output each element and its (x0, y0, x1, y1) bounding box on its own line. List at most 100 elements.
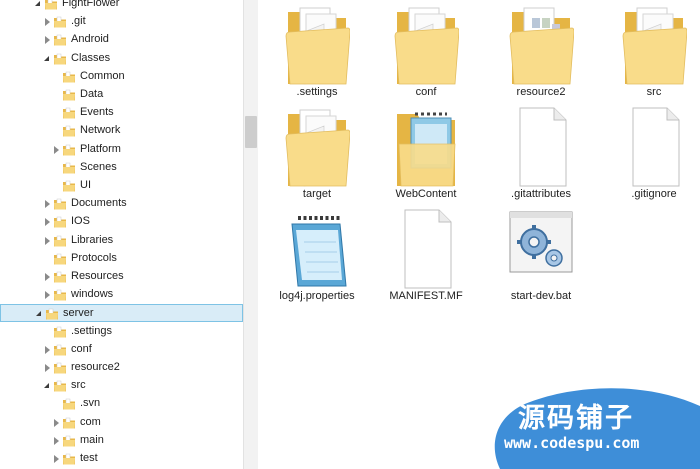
file-item[interactable]: target (267, 104, 367, 204)
watermark-title: 源码铺子 (518, 403, 634, 434)
folder-documents-icon (394, 7, 459, 85)
tree-item-label: Documents (71, 197, 127, 210)
tree-item[interactable]: Common (0, 68, 243, 86)
collapsed-arrow-icon[interactable] (45, 345, 50, 354)
blank-file-icon (404, 209, 452, 289)
collapsed-arrow-icon[interactable] (45, 364, 50, 372)
scrollbar-thumb[interactable] (245, 116, 257, 148)
folder-images-icon (509, 7, 574, 85)
tree-item[interactable]: Documents (0, 195, 243, 213)
folder-icon (63, 435, 75, 447)
tree-item[interactable]: FightFlower (0, 0, 243, 13)
collapsed-arrow-icon[interactable] (45, 291, 50, 300)
tree-item-label: Data (80, 88, 104, 100)
tree-scrollbar[interactable] (243, 0, 258, 469)
file-item[interactable]: start-dev.bat (491, 206, 591, 306)
tree-item-label: Classes (71, 51, 111, 64)
folder-documents-icon (285, 109, 350, 187)
expanded-arrow-icon[interactable] (35, 1, 40, 6)
collapsed-arrow-icon[interactable] (45, 273, 50, 281)
tree-item[interactable]: Network (0, 122, 243, 140)
tree-item[interactable]: IOS (0, 213, 243, 231)
notepad-file-icon (291, 216, 347, 287)
folder-icon (54, 16, 66, 28)
tree-item-label: Android (71, 33, 109, 46)
blank-file-icon (632, 107, 680, 187)
tree-item[interactable]: com (0, 414, 243, 432)
collapsed-arrow-icon[interactable] (45, 36, 50, 45)
tree-item[interactable]: .settings (0, 323, 243, 341)
folder-icon (54, 253, 66, 265)
tree-item-label: Common (80, 69, 125, 82)
tree-item[interactable]: Resources (0, 268, 243, 286)
tree-item[interactable]: Libraries (0, 232, 243, 250)
file-item-label: src (646, 86, 662, 98)
expanded-arrow-icon[interactable] (44, 383, 49, 389)
tree-item[interactable]: src (0, 377, 243, 395)
tree-item[interactable]: test (0, 450, 243, 468)
folder-icon (54, 362, 66, 374)
tree-item[interactable]: Protocols (0, 250, 243, 268)
folder-icon (54, 380, 66, 392)
expanded-arrow-icon[interactable] (44, 55, 49, 61)
file-item[interactable]: .gitignore (604, 104, 700, 204)
watermark-url: www.codespu.com (504, 434, 640, 452)
collapsed-arrow-icon[interactable] (54, 418, 59, 427)
tree-item-label: Protocols (71, 251, 117, 264)
file-item[interactable]: src (604, 2, 700, 102)
collapsed-arrow-icon[interactable] (45, 200, 50, 209)
file-item-label: target (302, 188, 332, 200)
file-item[interactable]: conf (376, 2, 476, 102)
tree-item[interactable]: conf (0, 341, 243, 359)
tree-item[interactable]: server (0, 304, 243, 323)
tree-item-label: windows (71, 288, 114, 301)
tree-item-label: FightFlower (62, 0, 120, 9)
file-item[interactable]: .settings (267, 2, 367, 102)
tree-item[interactable]: Events (0, 104, 243, 122)
collapsed-arrow-icon[interactable] (45, 218, 50, 227)
folder-icon (45, 0, 57, 10)
folder-icon (63, 126, 75, 137)
tree-item-label: com (80, 415, 101, 428)
file-item[interactable]: resource2 (491, 2, 591, 102)
tree-item-label: test (80, 452, 98, 464)
tree-item-label: server (63, 307, 94, 320)
file-item-label: WebContent (395, 188, 457, 200)
folder-icon (63, 107, 75, 119)
file-item-label: log4j.properties (279, 290, 355, 302)
tree-item[interactable]: UI (0, 177, 243, 195)
folder-icon (63, 399, 75, 410)
tree-item[interactable]: Android (0, 31, 243, 49)
expanded-arrow-icon[interactable] (36, 311, 41, 317)
tree-item-label: UI (80, 179, 91, 191)
file-item-label: conf (415, 86, 437, 98)
tree-item[interactable]: resource2 (0, 359, 243, 377)
folder-icon (54, 35, 66, 46)
file-item[interactable]: WebContent (376, 104, 476, 204)
file-item-label: resource2 (516, 86, 566, 98)
collapsed-arrow-icon[interactable] (54, 455, 59, 463)
collapsed-arrow-icon[interactable] (45, 236, 50, 245)
tree-item[interactable]: Platform (0, 141, 243, 159)
tree-item-label: .svn (80, 397, 101, 410)
collapsed-arrow-icon[interactable] (45, 18, 50, 27)
tree-item-label: Events (80, 106, 114, 119)
file-item[interactable]: .gitattributes (491, 104, 591, 204)
tree-item[interactable]: .git (0, 13, 243, 31)
tree-item[interactable]: Scenes (0, 159, 243, 177)
tree-item[interactable]: windows (0, 286, 243, 304)
file-item-label: .gitignore (631, 188, 677, 200)
collapsed-arrow-icon[interactable] (54, 436, 59, 445)
file-item[interactable]: log4j.properties (267, 206, 367, 306)
folder-icon (63, 453, 75, 465)
file-item-label: .gitattributes (511, 188, 571, 200)
tree-item[interactable]: Classes (0, 50, 243, 68)
folder-icon (63, 417, 75, 429)
tree-item[interactable]: .svn (0, 395, 243, 413)
tree-item[interactable]: main (0, 432, 243, 450)
tree-item-label: Scenes (80, 160, 117, 173)
tree-item-label: conf (71, 342, 92, 355)
tree-item[interactable]: Data (0, 86, 243, 104)
collapsed-arrow-icon[interactable] (54, 145, 59, 154)
file-item[interactable]: MANIFEST.MF (376, 206, 476, 306)
